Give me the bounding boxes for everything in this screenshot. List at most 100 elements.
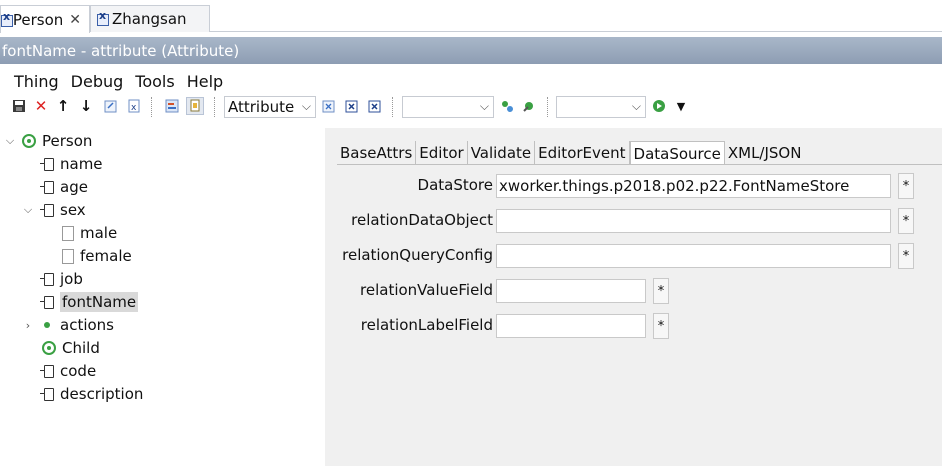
tree-node-person[interactable]: ⌵ Person	[4, 130, 93, 152]
tree-node-female[interactable]: female	[62, 245, 132, 267]
tree-node-age[interactable]: age	[40, 176, 88, 198]
toolbar: ✕ ↑ ↓ x Attribute ⌵ ⌵ ⌵ ▼	[10, 96, 940, 118]
relationqueryconfig-browse-button[interactable]: *	[898, 243, 914, 269]
tree-node-fontname[interactable]: fontName	[40, 291, 139, 313]
toolbar-separator	[151, 97, 152, 117]
copy-icon[interactable]	[320, 97, 338, 115]
tree-node-job[interactable]: job	[40, 268, 83, 290]
menu-thing[interactable]: Thing	[8, 72, 65, 94]
value-icon	[62, 225, 74, 241]
tool-icon[interactable]	[520, 97, 538, 115]
tree-node-label: Child	[62, 339, 100, 357]
tree-node-sex[interactable]: ⌵ sex	[22, 199, 86, 221]
attribute-editor-panel: BaseAttrs Editor Validate EditorEvent Da…	[325, 128, 942, 466]
chevron-down-icon: ⌵	[479, 99, 489, 113]
relationlabelfield-input[interactable]	[496, 314, 646, 338]
relationdataobject-input[interactable]	[496, 209, 891, 233]
tree-node-label: sex	[60, 201, 86, 219]
datastore-input[interactable]: xworker.things.p2018.p02.p22.FontNameSto…	[496, 174, 891, 198]
run-select[interactable]: ⌵	[556, 96, 646, 118]
field-row-relationvaluefield: relationValueField	[325, 278, 493, 304]
toolbar-separator	[392, 97, 393, 117]
relationvaluefield-input[interactable]	[496, 279, 646, 303]
tree-node-label: age	[60, 178, 88, 196]
tree-node-child[interactable]: Child	[42, 337, 100, 359]
value-icon	[62, 248, 74, 264]
attribute-icon	[40, 157, 54, 171]
attribute-icon	[40, 387, 54, 401]
thing-type-select[interactable]: Attribute ⌵	[224, 96, 316, 118]
attribute-icon	[40, 203, 54, 217]
tab-baseattrs[interactable]: BaseAttrs	[337, 141, 417, 165]
action-select[interactable]: ⌵	[402, 96, 494, 118]
outline-icon[interactable]	[163, 97, 181, 115]
tab-validate[interactable]: Validate	[467, 141, 536, 165]
attribute-icon	[40, 272, 54, 286]
relationlabelfield-browse-button[interactable]: *	[653, 313, 669, 339]
field-row-relationlabelfield: relationLabelField	[325, 313, 493, 339]
editor-tab-person[interactable]: Person ✕	[0, 5, 90, 33]
move-down-icon[interactable]: ↓	[77, 97, 95, 115]
chevron-down-icon[interactable]: ⌵	[4, 134, 16, 148]
refresh-icon[interactable]	[102, 97, 120, 115]
tree-node-name[interactable]: name	[40, 153, 103, 175]
field-row-datastore: DataStore	[325, 173, 493, 199]
tree-node-label: male	[80, 224, 118, 242]
attribute-icon	[40, 180, 54, 194]
relationdataobject-browse-button[interactable]: *	[898, 208, 914, 234]
view-title-bar: fontName - attribute (Attribute)	[0, 37, 942, 64]
tree-node-label: code	[60, 362, 97, 380]
relationlabelfield-label: relationLabelField	[360, 316, 493, 334]
svg-text:x: x	[131, 103, 137, 113]
tree-node-actions[interactable]: › actions	[22, 314, 114, 336]
field-row-relationdataobject: relationDataObject	[325, 208, 493, 234]
save-icon[interactable]	[10, 97, 28, 115]
thing-type-select-value: Attribute	[228, 98, 295, 116]
thing-tree: ⌵ Person name age ⌵ sex male female job …	[0, 128, 325, 466]
dropdown-arrow-icon[interactable]: ▼	[672, 97, 690, 115]
editor-tab-strip: Person ✕ Zhangsan	[0, 0, 942, 33]
menu-debug[interactable]: Debug	[65, 72, 130, 94]
tab-editor[interactable]: Editor	[416, 141, 468, 165]
field-row-relationqueryconfig: relationQueryConfig	[325, 243, 493, 269]
menu-tools[interactable]: Tools	[129, 72, 180, 94]
tab-datasource[interactable]: DataSource	[629, 141, 725, 165]
xml-icon[interactable]: x	[125, 97, 143, 115]
run-icon[interactable]	[650, 97, 668, 115]
toolbar-separator	[214, 97, 215, 117]
datastore-browse-button[interactable]: *	[898, 173, 914, 199]
class-icon	[42, 341, 56, 355]
tab-xml-json[interactable]: XML/JSON	[724, 141, 805, 165]
run-debug-icon[interactable]	[498, 97, 516, 115]
datastore-label: DataStore	[417, 176, 493, 194]
move-up-icon[interactable]: ↑	[54, 97, 72, 115]
tree-node-label: female	[80, 247, 132, 265]
editor-tab-zhangsan[interactable]: Zhangsan	[90, 5, 210, 32]
menu-help[interactable]: Help	[181, 72, 229, 94]
toolbar-separator	[547, 97, 548, 117]
chevron-down-icon[interactable]: ⌵	[22, 203, 34, 217]
tab-editorevent[interactable]: EditorEvent	[535, 141, 630, 165]
tree-node-male[interactable]: male	[62, 222, 117, 244]
close-icon[interactable]: ✕	[69, 12, 81, 28]
tree-node-label: actions	[60, 316, 114, 334]
delete-icon[interactable]: ✕	[32, 97, 50, 115]
tree-node-label: fontName	[60, 292, 139, 312]
link-icon[interactable]	[186, 97, 204, 115]
chevron-right-icon[interactable]: ›	[22, 319, 34, 332]
editor-tab-label: Person	[12, 10, 64, 29]
tree-node-label: name	[60, 155, 103, 173]
tree-node-code[interactable]: code	[40, 360, 96, 382]
xml-export-icon[interactable]	[366, 97, 384, 115]
thing-file-icon	[97, 9, 109, 26]
tree-node-description[interactable]: description	[40, 383, 143, 405]
relationdataobject-label: relationDataObject	[351, 211, 493, 229]
chevron-down-icon: ⌵	[301, 99, 311, 113]
relationvaluefield-browse-button[interactable]: *	[653, 278, 669, 304]
relationqueryconfig-label: relationQueryConfig	[342, 246, 493, 264]
menu-bar: Thing Debug Tools Help	[8, 72, 229, 94]
relationqueryconfig-input[interactable]	[496, 244, 891, 268]
relationvaluefield-label: relationValueField	[360, 281, 493, 299]
tree-node-label: Person	[42, 132, 93, 150]
paste-icon[interactable]	[343, 97, 361, 115]
